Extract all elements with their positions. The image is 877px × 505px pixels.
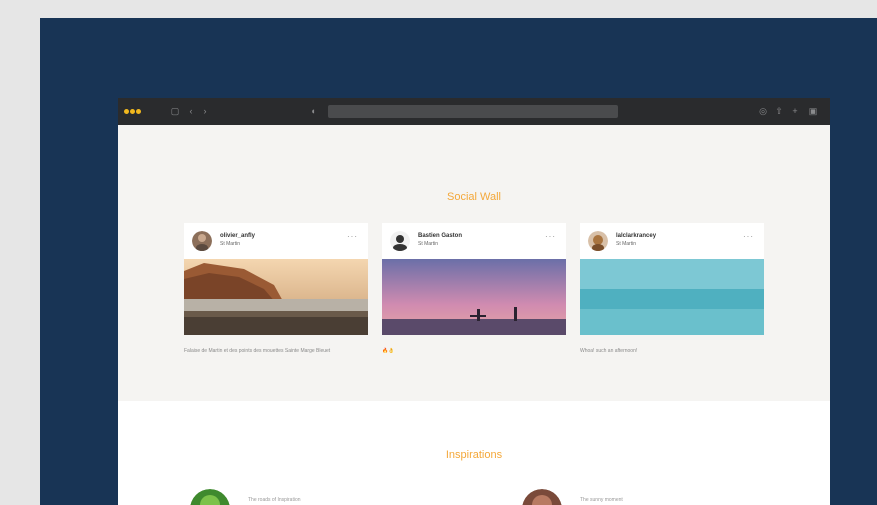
download-icon[interactable]: ◎ [758,106,768,116]
forward-icon[interactable]: › [200,106,210,116]
shield-icon[interactable]: ◖ [308,106,318,116]
post-card[interactable]: olivier_anfly St Martin ··· [184,223,368,335]
share-icon[interactable]: ⇧ [774,106,784,116]
social-wall-section: Social Wall olivier_anfly St Martin ··· [118,125,830,401]
sidebar-icon[interactable]: ▢ [170,106,180,116]
window-close-button[interactable] [124,109,129,114]
inspiration-label[interactable]: The sunny moment [580,497,623,503]
post-header: Bastien Gaston St Martin ··· [382,223,566,259]
post-header: lalclarkrancey St Martin ··· [580,223,764,259]
page-content: Social Wall olivier_anfly St Martin ··· [118,125,830,505]
post-username[interactable]: lalclarkrancey [616,233,656,239]
social-wall-title: Social Wall [447,191,501,203]
inspiration-image[interactable] [522,489,562,505]
post-card[interactable]: Bastien Gaston St Martin ··· [382,223,566,335]
post-location: St Martin [220,241,241,247]
avatar [192,231,212,251]
window-maximize-button[interactable] [136,109,141,114]
background-panel: ▢ ‹ › ◖ ◎ ⇧ + ▣ Social Wall olivier_anfl… [40,18,877,505]
inspiration-label[interactable]: The roads of Inspiration [248,497,301,503]
inspirations-title: Inspirations [445,449,503,461]
post-card[interactable]: lalclarkrancey St Martin ··· [580,223,764,335]
post-image[interactable] [580,259,764,335]
window-minimize-button[interactable] [130,109,135,114]
tabs-icon[interactable]: ▣ [808,106,818,116]
post-caption: Whoa! such an afternoon! [580,348,638,354]
browser-window: ▢ ‹ › ◖ ◎ ⇧ + ▣ Social Wall olivier_anfl… [118,98,830,505]
post-username[interactable]: Bastien Gaston [418,233,462,239]
more-options-icon[interactable]: ··· [545,232,556,241]
url-bar[interactable] [328,105,618,118]
post-image[interactable] [184,259,368,335]
avatar [390,231,410,251]
inspiration-image[interactable] [190,489,230,505]
add-tab-icon[interactable]: + [790,106,800,116]
post-caption: Falaise de Martin et des points des moue… [184,348,331,354]
browser-titlebar: ▢ ‹ › ◖ ◎ ⇧ + ▣ [118,98,830,125]
post-image[interactable] [382,259,566,335]
avatar [588,231,608,251]
post-location: St Martin [418,241,439,247]
post-caption: 🔥👌 [382,348,395,354]
more-options-icon[interactable]: ··· [347,232,358,241]
post-header: olivier_anfly St Martin ··· [184,223,368,259]
back-icon[interactable]: ‹ [186,106,196,116]
post-location: St Martin [616,241,637,247]
more-options-icon[interactable]: ··· [743,232,754,241]
post-username[interactable]: olivier_anfly [220,233,255,239]
